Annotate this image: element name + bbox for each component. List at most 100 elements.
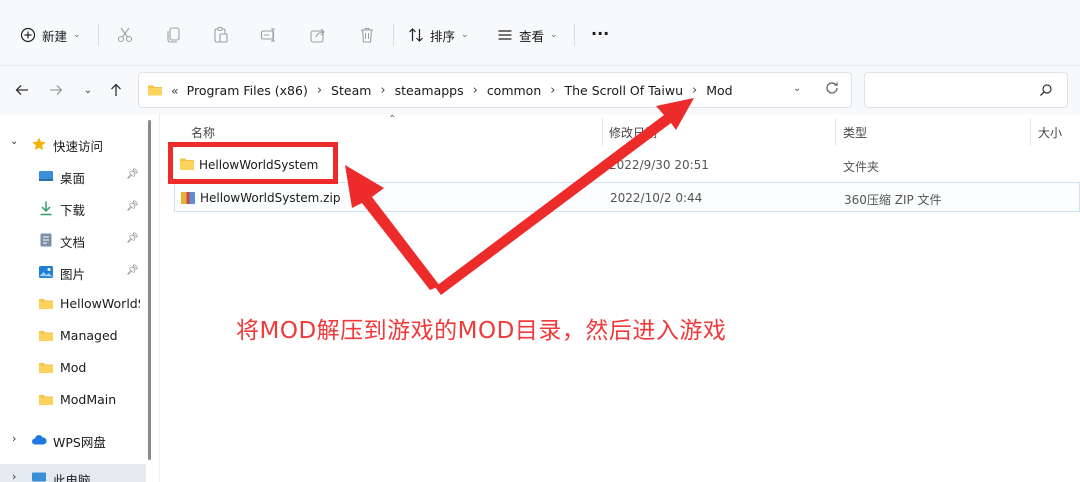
file-modified: 2022/9/30 20:51 <box>609 158 709 172</box>
forward-button[interactable] <box>46 80 66 100</box>
arrow-right-icon <box>50 85 63 95</box>
breadcrumb-item-current[interactable]: Mod <box>706 83 732 98</box>
chevron-right-icon[interactable]: › <box>317 83 322 98</box>
refresh-icon <box>826 82 838 94</box>
sidebar-item-wps-drive[interactable]: › WPS网盘 <box>0 426 146 454</box>
folder-icon <box>39 331 53 341</box>
chevron-right-icon[interactable]: › <box>12 470 16 482</box>
chevron-down-icon: ⌄ <box>73 30 81 40</box>
folder-icon <box>39 363 53 373</box>
chevron-right-icon[interactable]: › <box>12 432 16 445</box>
column-divider[interactable] <box>1030 118 1031 146</box>
toolbar-divider <box>393 24 394 46</box>
file-type: 360压缩 ZIP 文件 <box>844 193 942 207</box>
breadcrumb-item[interactable]: common <box>487 83 541 98</box>
delete-button[interactable] <box>358 20 376 50</box>
sidebar-item-desktop[interactable]: 桌面 📌︎ <box>0 162 146 190</box>
sidebar-item-mod[interactable]: Mod <box>0 354 146 382</box>
cut-button[interactable] <box>116 20 134 50</box>
new-label: 新建 <box>42 28 68 44</box>
pin-icon: 📌︎ <box>126 201 139 212</box>
paste-button[interactable] <box>212 20 230 50</box>
share-button[interactable] <box>309 20 327 50</box>
column-header-name[interactable]: 名称 <box>191 124 215 141</box>
breadcrumb-item[interactable]: The Scroll Of Taiwu <box>564 83 683 98</box>
sidebar-item-hellowworldsystem[interactable]: HellowWorldSystem <box>0 290 146 318</box>
sidebar-item-label: HellowWorldSystem <box>60 296 140 311</box>
view-label: 查看 <box>519 28 545 44</box>
download-icon <box>40 201 52 216</box>
chevron-down-icon: ⌄ <box>83 84 93 96</box>
arrow-up-icon <box>111 83 121 96</box>
more-dots-icon: ··· <box>591 23 610 43</box>
sidebar-item-downloads[interactable]: 下载 📌︎ <box>0 194 146 222</box>
search-input[interactable] <box>864 72 1068 108</box>
sidebar-item-this-pc[interactable]: › 此电脑 <box>0 464 146 482</box>
chevron-right-icon[interactable]: › <box>692 83 697 98</box>
folder-icon <box>39 299 53 309</box>
view-button[interactable]: 查看 ⌄ <box>497 20 558 50</box>
column-divider[interactable] <box>835 118 836 146</box>
file-modified: 2022/10/2 0:44 <box>610 191 703 205</box>
sidebar-item-label: ModMain <box>60 392 117 407</box>
column-header-size[interactable]: 大小 <box>1038 124 1062 141</box>
arrow-left-icon <box>15 85 28 95</box>
chevron-right-icon[interactable]: › <box>380 83 385 98</box>
sidebar-item-modmain[interactable]: ModMain <box>0 386 146 414</box>
breadcrumb-item[interactable]: Steam <box>331 83 371 98</box>
folder-icon <box>39 395 53 405</box>
sidebar-item-label: WPS网盘 <box>53 435 106 450</box>
toolbar-divider <box>98 24 99 46</box>
table-row[interactable]: HellowWorldSystem.zip 2022/10/2 0:44 360… <box>174 182 1080 212</box>
column-divider[interactable] <box>602 118 603 146</box>
chevron-right-icon[interactable]: › <box>550 83 555 98</box>
trash-icon <box>361 27 373 43</box>
address-row: ⌄ « Program Files (x86) › Steam › steama… <box>0 66 1080 114</box>
more-options-button[interactable]: ··· <box>591 18 609 48</box>
address-history-chevron-icon[interactable]: ⌄ <box>793 83 801 94</box>
sidebar-scrollbar[interactable] <box>148 120 151 460</box>
view-lines-icon <box>498 30 512 40</box>
sort-button[interactable]: 排序 ⌄ <box>408 20 469 50</box>
file-type: 文件夹 <box>843 160 880 174</box>
address-bar[interactable]: « Program Files (x86) › Steam › steamapp… <box>138 72 852 108</box>
sidebar-item-label: Managed <box>60 328 118 343</box>
share-icon <box>310 28 325 43</box>
command-bar: 新建 ⌄ 排序 ⌄ 查看 ⌄ ··· <box>0 0 1080 66</box>
rename-icon <box>260 28 275 42</box>
sidebar-item-documents[interactable]: 文档 📌︎ <box>0 226 146 254</box>
breadcrumb-overflow[interactable]: « <box>171 83 179 98</box>
zip-archive-icon <box>181 192 195 204</box>
sidebar-item-label: 此电脑 <box>53 473 91 482</box>
sidebar-item-managed[interactable]: Managed <box>0 322 146 350</box>
breadcrumb-item[interactable]: Program Files (x86) <box>187 83 308 98</box>
sidebar-item-pictures[interactable]: 图片 📌︎ <box>0 258 146 286</box>
column-header-type[interactable]: 类型 <box>843 124 867 141</box>
scissors-icon <box>117 27 133 43</box>
navigation-pane: ⌄ 快速访问 桌面 📌︎ 下载 📌︎ 文档 📌︎ 图片 📌︎ HellowWor… <box>0 114 160 482</box>
plus-circle-icon <box>20 27 36 43</box>
chevron-right-icon[interactable]: › <box>473 83 478 98</box>
sort-arrows-icon <box>409 28 423 42</box>
chevron-down-icon[interactable]: ⌄ <box>10 136 18 147</box>
column-header-modified[interactable]: 修改日期 <box>609 124 657 141</box>
back-button[interactable] <box>12 80 32 100</box>
up-button[interactable] <box>106 80 126 100</box>
desktop-icon <box>39 171 53 181</box>
refresh-button[interactable] <box>825 81 839 98</box>
sidebar-item-quick-access[interactable]: ⌄ 快速访问 <box>0 130 146 158</box>
breadcrumb-item[interactable]: steamapps <box>395 83 464 98</box>
chevron-down-icon: ⌄ <box>550 30 558 40</box>
rename-button[interactable] <box>260 20 278 50</box>
star-icon <box>32 137 46 150</box>
cloud-icon <box>32 435 47 445</box>
annotation-highlight-box <box>168 142 338 184</box>
copy-button[interactable] <box>165 20 183 50</box>
sort-label: 排序 <box>430 28 456 44</box>
breadcrumb: « Program Files (x86) › Steam › steamapp… <box>147 73 733 107</box>
annotation-caption: 将MOD解压到游戏的MOD目录，然后进入游戏 <box>236 318 727 344</box>
picture-icon <box>39 266 53 278</box>
file-name: HellowWorldSystem.zip <box>200 191 341 205</box>
recent-locations-button[interactable]: ⌄ <box>78 80 98 100</box>
new-button[interactable]: 新建 ⌄ <box>20 20 81 50</box>
